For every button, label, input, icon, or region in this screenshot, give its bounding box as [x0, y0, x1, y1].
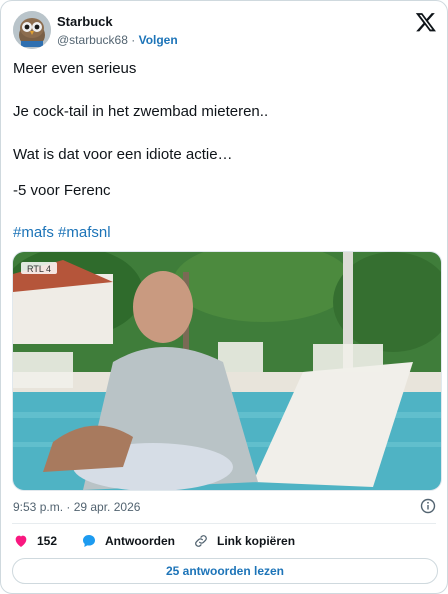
like-count: 152 — [37, 534, 58, 548]
copy-link-button[interactable]: Link kopiëren — [193, 531, 295, 551]
tweet-photo[interactable]: RTL 4 — [12, 251, 442, 491]
info-icon[interactable] — [420, 498, 436, 514]
tweet-card: Starbuck @starbuck68 · Volgen Meer even … — [0, 0, 448, 594]
read-replies-button[interactable]: 25 antwoorden lezen — [12, 558, 438, 584]
photo-image: RTL 4 — [13, 252, 441, 490]
owl-avatar-icon — [13, 11, 51, 49]
speech-bubble-icon — [83, 535, 95, 547]
tweet-line: Meer even serieus — [13, 60, 137, 77]
reply-button[interactable]: Antwoorden — [81, 531, 175, 551]
separator: · — [131, 33, 136, 47]
divider — [12, 523, 436, 524]
author-avatar[interactable] — [13, 11, 51, 49]
tweet-line: Je cock-tail in het zwembad mieteren.. — [13, 103, 269, 120]
author-handle[interactable]: @starbuck68 — [57, 33, 128, 47]
hashtags[interactable]: #mafs #mafsnl — [13, 223, 111, 243]
copy-link-label: Link kopiëren — [217, 534, 296, 548]
like-button[interactable]: 152 — [13, 531, 57, 551]
x-logo-icon[interactable] — [415, 11, 437, 33]
follow-button[interactable]: Volgen — [139, 33, 178, 47]
author-name[interactable]: Starbuck — [57, 14, 178, 30]
reply-label: Antwoorden — [105, 534, 175, 548]
tweet-line: -5 voor Ferenc — [13, 182, 111, 199]
link-icon — [195, 535, 207, 547]
read-replies-label: 25 antwoorden lezen — [165, 564, 285, 578]
tv-watermark: RTL 4 — [27, 264, 51, 274]
timestamp[interactable]: 9:53 p.m. · 29 apr. 2026 — [13, 500, 140, 514]
heart-icon — [15, 535, 27, 547]
tweet-header: Starbuck @starbuck68 · Volgen — [13, 11, 437, 51]
action-bar: 152 Antwoorden Link kopiëren — [13, 531, 433, 551]
tweet-line: Wat is dat voor een idiote actie… — [13, 146, 233, 163]
